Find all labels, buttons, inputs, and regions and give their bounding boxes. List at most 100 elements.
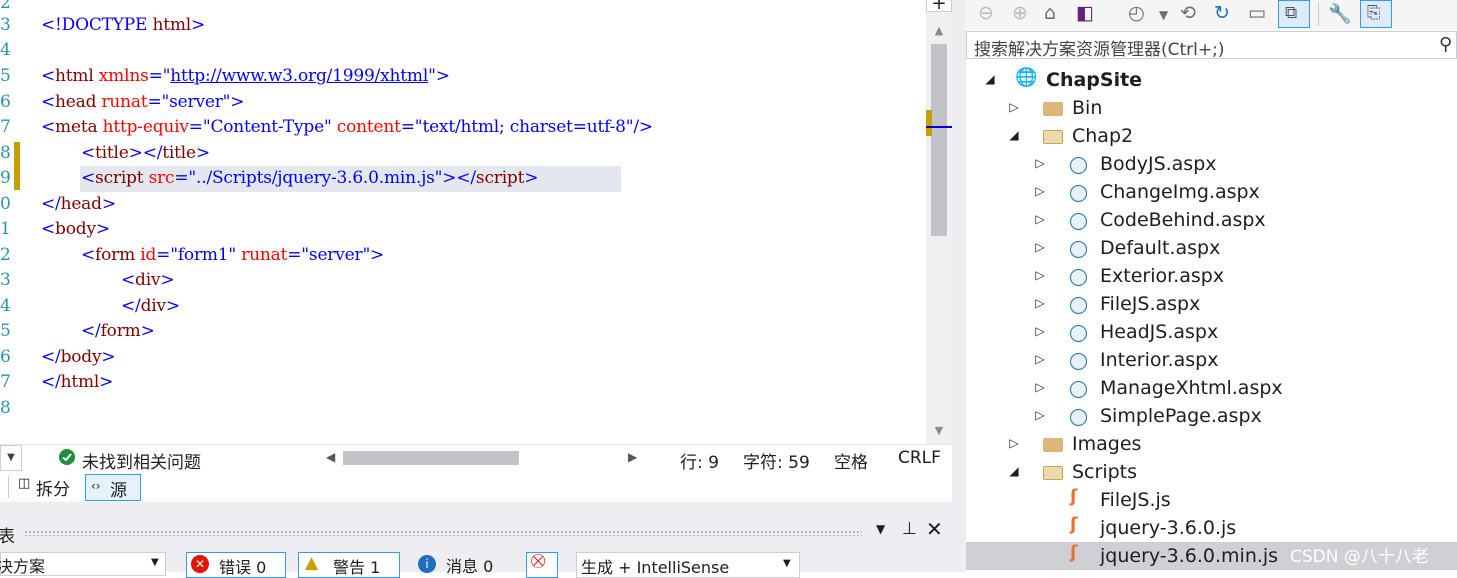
expand-icon[interactable]: + (926, 0, 952, 13)
collapsed-arrow-icon[interactable]: ▷ (1034, 240, 1046, 254)
collapsed-arrow-icon[interactable]: ▷ (1034, 324, 1046, 338)
filter-toggle-button[interactable]: ⛒ (526, 552, 558, 578)
collapsed-arrow-icon[interactable]: ▷ (1034, 380, 1046, 394)
tree-item-folder[interactable]: ▷ Bin (966, 94, 1457, 122)
aspx-file-icon (1070, 185, 1087, 202)
tree-item-file[interactable]: ▷ Interior.aspx (966, 346, 1457, 374)
close-icon[interactable]: ✕ (926, 517, 943, 541)
home-icon[interactable]: ⌂ (1044, 2, 1056, 24)
editor-vertical-scrollbar[interactable]: + ▲ ▼ (926, 0, 952, 444)
collapsed-arrow-icon[interactable]: ▷ (1008, 436, 1020, 450)
tree-item-file[interactable]: ▷ FileJS.aspx (966, 290, 1457, 318)
folder-icon (1043, 438, 1063, 452)
preview-icon: ⎘ (1367, 3, 1381, 23)
code-line: <head runat="server"> (41, 92, 245, 112)
collapsed-arrow-icon[interactable]: ▷ (1034, 184, 1046, 198)
tree-item-file[interactable]: ▷ BodyJS.aspx (966, 150, 1457, 178)
scroll-right-icon[interactable]: ▶ (628, 450, 637, 464)
scroll-up-icon[interactable]: ▲ (926, 24, 952, 37)
tree-item-label: Images (1072, 433, 1142, 455)
line-number: 6 (0, 92, 11, 112)
tree-item-folder[interactable]: ◢ Scripts (966, 458, 1457, 486)
tree-item-label: ChangeImg.aspx (1100, 181, 1260, 203)
warnings-filter-button[interactable]: ▲ 警告 1 (298, 552, 400, 578)
tree-item-folder[interactable]: ◢ Chap2 (966, 122, 1457, 150)
tree-item-label: Default.aspx (1100, 237, 1221, 259)
error-list-title: 表 (0, 527, 15, 547)
split-view-button[interactable]: 拆分 (36, 475, 70, 500)
zoom-dropdown[interactable]: ▼ (0, 445, 22, 471)
char-indicator[interactable]: 字符: 59 (743, 448, 810, 473)
expanded-arrow-icon[interactable]: ◢ (1008, 464, 1020, 478)
tree-item-file[interactable]: ▷ ManageXhtml.aspx (966, 374, 1457, 402)
collapsed-arrow-icon[interactable]: ▷ (1034, 352, 1046, 366)
pin-icon[interactable]: ⊥ (902, 519, 917, 539)
code-editor[interactable]: 2 3 4 5 6 7 8 9 0 1 2 3 4 5 6 7 8 <!DOCT… (0, 0, 952, 444)
scrollbar-thumb[interactable] (931, 44, 947, 236)
tree-item-file[interactable]: ʃ jquery-3.6.0.js (966, 514, 1457, 542)
tree-item-project[interactable]: ◢ 🌐 ChapSite (966, 66, 1457, 94)
collapse-all-icon[interactable]: ▭ (1248, 2, 1266, 24)
panel-separator[interactable] (952, 0, 966, 572)
scope-dropdown[interactable]: 决方案 ▼ (0, 552, 166, 576)
collapsed-arrow-icon[interactable]: ▷ (1034, 408, 1046, 422)
tree-item-label: FileJS.js (1100, 489, 1171, 511)
code-line: </html> (41, 372, 114, 392)
horizontal-scrollbar-thumb[interactable] (343, 451, 519, 465)
line-ending-indicator[interactable]: CRLF (898, 448, 941, 468)
chevron-down-icon[interactable]: ▼ (1159, 8, 1168, 22)
whitespace-indicator[interactable]: 空格 (834, 448, 868, 473)
refresh-icon[interactable]: ↻ (1214, 2, 1230, 24)
collapsed-arrow-icon[interactable]: ▷ (1034, 268, 1046, 282)
tree-item-file[interactable]: ʃ FileJS.js (966, 486, 1457, 514)
tree-item-file[interactable]: ▷ SimplePage.aspx (966, 402, 1457, 430)
back-icon[interactable]: ⊖ (978, 2, 994, 24)
tree-item-file[interactable]: ▷ Default.aspx (966, 234, 1457, 262)
code-line: <html xmlns="http://www.w3.org/1999/xhtm… (41, 66, 450, 86)
drag-grip[interactable] (24, 530, 862, 536)
solution-search-input[interactable]: 搜索解决方案资源管理器(Ctrl+;) ⚲ (966, 31, 1457, 60)
code-line: </form> (81, 321, 155, 341)
collapsed-arrow-icon[interactable]: ▷ (1034, 212, 1046, 226)
tree-item-folder[interactable]: ▷ Images (966, 430, 1457, 458)
expanded-arrow-icon[interactable]: ◢ (984, 72, 996, 86)
aspx-file-icon (1070, 241, 1087, 258)
sync-icon[interactable]: ⟲ (1180, 2, 1196, 24)
build-source-dropdown[interactable]: 生成 + IntelliSense ▼ (576, 552, 800, 578)
line-number: 4 (0, 40, 11, 60)
aspx-file-icon (1070, 409, 1087, 426)
collapsed-arrow-icon[interactable]: ▷ (1034, 296, 1046, 310)
tree-item-file[interactable]: ▷ HeadJS.aspx (966, 318, 1457, 346)
source-view-button[interactable]: ‹› 源 (85, 474, 141, 501)
show-all-files-button[interactable]: ⧉ (1278, 0, 1310, 28)
tree-item-file[interactable]: ▷ CodeBehind.aspx (966, 206, 1457, 234)
collapsed-arrow-icon[interactable]: ▷ (1008, 100, 1020, 114)
scroll-change-marker (926, 110, 932, 136)
panel-gap (0, 502, 952, 516)
tree-item-file[interactable]: ▷ Exterior.aspx (966, 262, 1457, 290)
errors-filter-button[interactable]: ✕ 错误 0 (186, 552, 286, 578)
forward-icon[interactable]: ⊕ (1012, 2, 1028, 24)
panel-menu-icon[interactable]: ▼ (876, 522, 885, 536)
tree-item-label: Interior.aspx (1100, 349, 1219, 371)
collapsed-arrow-icon[interactable]: ▷ (1034, 156, 1046, 170)
expanded-arrow-icon[interactable]: ◢ (1008, 128, 1020, 142)
messages-filter-button[interactable]: i 消息 0 (412, 552, 512, 578)
issues-status[interactable]: 未找到相关问题 (82, 448, 201, 473)
scroll-down-icon[interactable]: ▼ (926, 424, 952, 437)
code-line: <script src="../Scripts/jquery-3.6.0.min… (81, 168, 539, 188)
search-icon[interactable]: ⚲ (1439, 34, 1452, 55)
project-label: ChapSite (1046, 69, 1143, 91)
preview-selected-button[interactable]: ⎘ (1360, 0, 1392, 28)
pending-changes-icon[interactable]: ◴ (1128, 2, 1145, 24)
js-file-icon: ʃ (1070, 486, 1078, 507)
line-number: 2 (0, 0, 11, 13)
code-line: <form id="form1" runat="server"> (81, 245, 385, 265)
vs-switch-views-icon[interactable]: ◧ (1076, 2, 1094, 24)
web-project-icon: 🌐 (1015, 67, 1038, 88)
properties-icon[interactable]: 🔧 (1328, 2, 1352, 25)
line-indicator[interactable]: 行: 9 (680, 448, 719, 473)
scroll-left-icon[interactable]: ◀ (326, 450, 335, 464)
tree-item-file[interactable]: ▷ ChangeImg.aspx (966, 178, 1457, 206)
open-folder-icon (1043, 130, 1063, 144)
